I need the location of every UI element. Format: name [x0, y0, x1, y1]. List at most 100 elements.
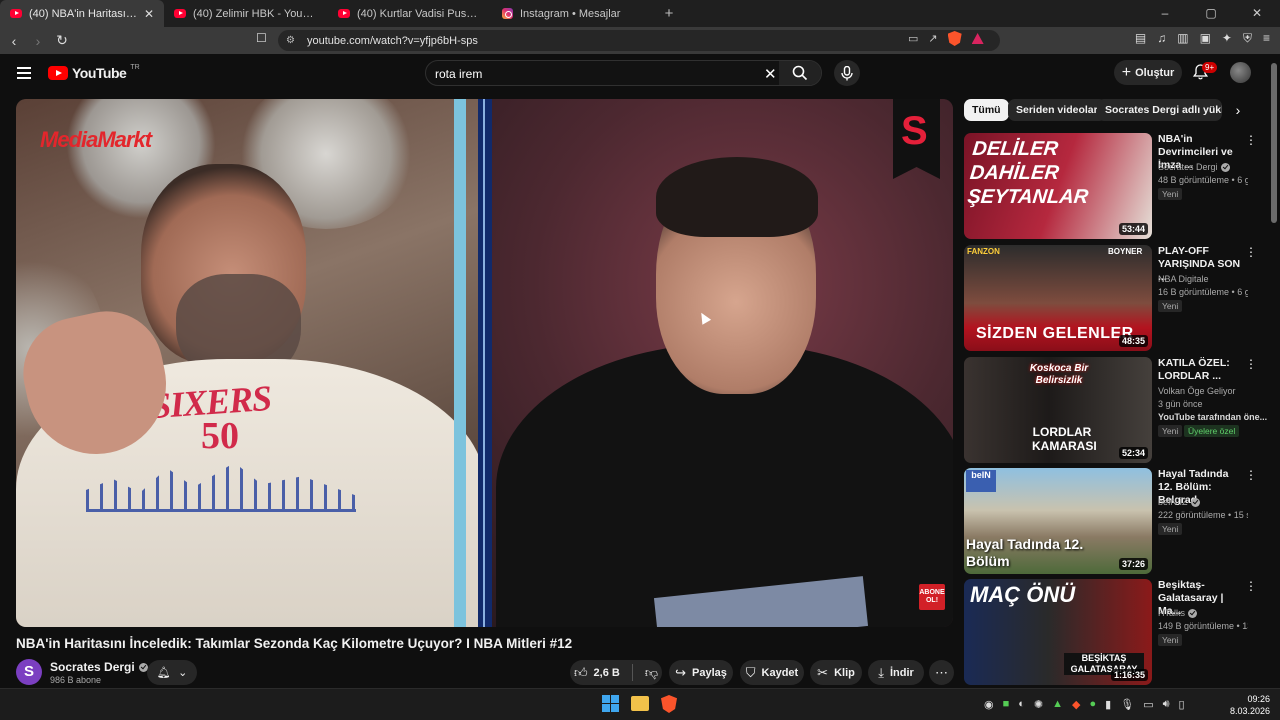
music-icon[interactable]: ♫ [1157, 31, 1166, 46]
sidebar-icon[interactable]: ▤ [1135, 31, 1146, 46]
hamburger-menu-icon[interactable] [17, 67, 31, 79]
tray-app-icon[interactable]: ◆ [1072, 698, 1080, 711]
browser-toolbar: ‹ › ↻ ☐ ⚙ youtube.com/watch?v=yfjp6bH-sp… [0, 27, 1280, 54]
wallet-icon[interactable]: ▣ [1200, 31, 1211, 46]
brave-rewards-icon[interactable] [971, 33, 984, 44]
minimize-icon[interactable]: – [1142, 0, 1188, 27]
account-avatar[interactable] [1230, 62, 1251, 83]
new-tab-button[interactable]: + [656, 0, 682, 27]
ai-icon[interactable]: ✦ [1222, 31, 1232, 46]
windows-start-icon[interactable] [602, 695, 619, 712]
more-options-icon[interactable]: ⋮ [1245, 357, 1257, 371]
browser-tab-2[interactable]: (40) Zelimir HBK - YouTube [164, 0, 328, 27]
microphone-icon[interactable]: 🎙︎ [1120, 698, 1134, 711]
menu-icon[interactable]: ≡ [1263, 31, 1270, 46]
file-explorer-icon[interactable] [631, 696, 649, 711]
video-thumbnail[interactable]: beIN Hayal Tadında 12. Bölüm 37:26 [964, 468, 1152, 574]
video-player[interactable]: SIXERS 50 MediaMarkt S ABONE OL! [16, 99, 953, 627]
video-thumbnail[interactable]: MAÇ ÖNÜ BEŞİKTAŞ GALATASARAY 1:16:35 [964, 579, 1152, 685]
tray-app-icon[interactable]: ▮ [1105, 698, 1111, 711]
video-thumbnail[interactable]: FANZON BOYNER SİZDEN GELENLER 48:35 [964, 245, 1152, 351]
clear-search-icon[interactable]: ✕ [764, 65, 777, 83]
recommendation-item[interactable]: DELİLER DAHİLER ŞEYTANLAR 53:44 NBA'in D… [964, 133, 1264, 239]
page-scrollbar[interactable] [1271, 63, 1277, 223]
shirt-number: 50 [201, 415, 239, 457]
more-options-icon[interactable]: ⋮ [1245, 579, 1257, 593]
share-icon[interactable]: ↗ [928, 32, 937, 45]
reader-icon[interactable]: ▥ [1177, 31, 1188, 46]
clip-label: Klip [834, 666, 855, 679]
network-icon[interactable]: ▭ [1143, 698, 1153, 711]
browser-extensions: ▤ ♫ ▥ ▣ ✦ ⛨ ≡ [1135, 31, 1270, 46]
create-button[interactable]: + Oluştur [1114, 60, 1182, 85]
recommendation-item[interactable]: FANZON BOYNER SİZDEN GELENLER 48:35 PLAY… [964, 245, 1264, 351]
more-options-icon[interactable]: ⋮ [1245, 245, 1257, 259]
more-options-icon[interactable]: ⋮ [1245, 133, 1257, 147]
url-text: youtube.com/watch?v=yfjp6bH-sps [306, 34, 478, 47]
new-badge: Yeni [1158, 300, 1183, 312]
brave-shields-icon[interactable] [947, 31, 962, 46]
address-bar-actions: ▭ ↗ [908, 31, 984, 46]
subscription-bell-button[interactable]: 🔔︎ ⌄ [147, 660, 197, 685]
chip-all[interactable]: Tümü [964, 99, 1009, 121]
tray-app-icon[interactable]: ▲ [1052, 698, 1063, 711]
reload-icon[interactable]: ↻ [52, 31, 72, 51]
video-thumbnail[interactable]: DELİLER DAHİLER ŞEYTANLAR 53:44 [964, 133, 1152, 239]
tray-app-icon[interactable]: ✺ [1034, 698, 1043, 711]
tray-app-icon[interactable]: ■ [1003, 698, 1010, 711]
notification-count-badge: 9+ [1202, 62, 1218, 73]
recommendation-channel: Socrates Dergi [1158, 162, 1230, 172]
channel-avatar[interactable]: S [16, 659, 42, 685]
mediamarkt-logo: MediaMarkt [40, 127, 152, 152]
channel-name-text: NBA Digitale [1158, 274, 1209, 284]
forward-icon[interactable]: › [28, 31, 48, 51]
clip-button[interactable]: ✂ Klip [810, 660, 862, 685]
address-bar[interactable]: ⚙ youtube.com/watch?v=yfjp6bH-sps [278, 30, 1000, 51]
recommendation-item[interactable]: beIN Hayal Tadında 12. Bölüm 37:26 Hayal… [964, 468, 1264, 574]
save-button[interactable]: ⛉ Kaydet [740, 660, 804, 685]
search-button[interactable] [779, 61, 821, 85]
recommendation-item[interactable]: Koskoca Bir Belirsizlik LORDLAR KAMARASI… [964, 357, 1267, 463]
site-info-icon[interactable]: ⚙ [286, 35, 295, 46]
youtube-favicon-icon [10, 9, 22, 18]
more-options-icon[interactable]: ⋮ [1245, 468, 1257, 482]
share-button[interactable]: ↪ Paylaş [669, 660, 733, 685]
download-button[interactable]: ⤓ İndir [868, 660, 924, 685]
close-tab-icon[interactable]: ✕ [144, 7, 154, 21]
recommendation-meta: 48 B görüntüleme • 6 gün [1158, 175, 1248, 185]
tray-app-icon[interactable]: ◉ [984, 698, 994, 711]
chip-series[interactable]: Seriden videolar [1008, 99, 1106, 121]
voice-search-button[interactable] [834, 60, 860, 86]
brave-browser-icon[interactable] [661, 695, 677, 713]
like-icon[interactable]: 👍︎ [574, 665, 588, 681]
youtube-logo[interactable]: YouTube TR [48, 64, 140, 81]
taskbar-apps [602, 695, 677, 713]
channel-name[interactable]: Socrates Dergi [50, 660, 148, 674]
battery-icon[interactable]: ▯ [1179, 698, 1185, 711]
browser-tab-1[interactable]: (40) NBA'in Haritasını İnceledi ✕ [0, 0, 164, 27]
close-window-icon[interactable]: ✕ [1234, 0, 1280, 27]
plus-icon: + [1121, 63, 1132, 81]
taskbar-clock[interactable]: 09:26 8.03.2026 [1230, 693, 1270, 717]
search-box[interactable]: rota irem ✕ [425, 60, 822, 86]
chevron-right-icon[interactable]: › [1228, 100, 1248, 120]
tray-app-icon[interactable]: ● [1090, 698, 1097, 711]
browser-tab-3[interactable]: (40) Kurtlar Vadisi Pusu 194. Bölüm - [328, 0, 492, 27]
vpn-icon[interactable]: ⛨ [1243, 31, 1252, 46]
like-count[interactable]: 2,6 B [594, 667, 620, 679]
chip-uploader[interactable]: Socrates Dergi adlı yükleyi [1097, 99, 1222, 121]
video-thumbnail[interactable]: Koskoca Bir Belirsizlik LORDLAR KAMARASI… [964, 357, 1152, 463]
tray-app-icon[interactable]: ◐ [1018, 698, 1025, 711]
cast-icon[interactable]: ▭ [908, 32, 918, 45]
browser-tab-strip: (40) NBA'in Haritasını İnceledi ✕ (40) Z… [0, 0, 1280, 27]
more-actions-button[interactable]: ⋯ [929, 660, 954, 685]
dislike-icon[interactable]: 👎︎ [645, 665, 658, 681]
back-icon[interactable]: ‹ [4, 31, 24, 51]
maximize-icon[interactable]: ▢ [1188, 0, 1234, 27]
subscribe-watermark[interactable]: ABONE OL! [919, 584, 945, 610]
recommendation-item[interactable]: MAÇ ÖNÜ BEŞİKTAŞ GALATASARAY 1:16:35 Beş… [964, 579, 1264, 685]
browser-tab-4[interactable]: Instagram • Mesajlar [492, 0, 656, 27]
bookmark-icon[interactable]: ☐ [256, 31, 267, 45]
volume-icon[interactable]: 🔊︎ [1163, 698, 1170, 711]
search-input[interactable]: rota irem [435, 67, 482, 81]
